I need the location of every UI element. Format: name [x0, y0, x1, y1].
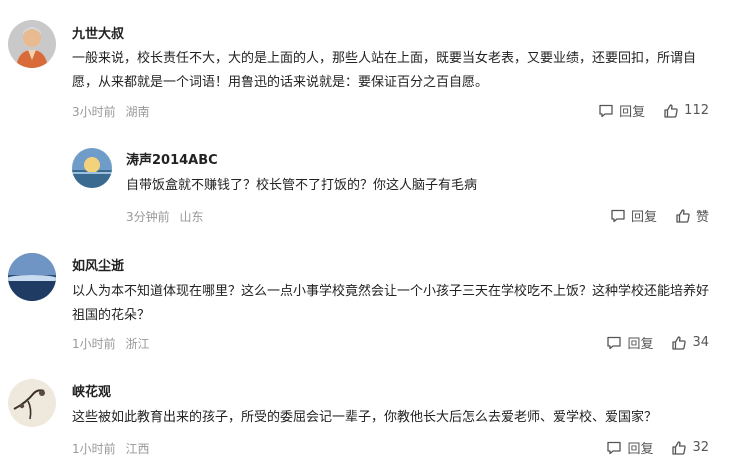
username[interactable]: 峡花观: [72, 381, 111, 400]
comment-actions: 回复 赞: [610, 206, 709, 225]
username[interactable]: 涛声2014ABC: [126, 149, 218, 168]
comment-actions: 回复 112: [598, 101, 709, 120]
like-count: 32: [692, 440, 709, 455]
comment-meta: 1小时前 江西: [72, 440, 155, 457]
like-count: 34: [692, 335, 709, 350]
comment-time: 1小时前: [72, 442, 116, 456]
comment-time: 3小时前: [72, 105, 116, 119]
reply-button[interactable]: 回复: [598, 101, 645, 120]
username[interactable]: 九世大叔: [72, 23, 124, 42]
comment-text: 这些被如此教育出来的孩子，所受的委屈会记一辈子，你教他长大后怎么去爱老师、爱学校…: [72, 410, 658, 425]
comment-time: 3分钟前: [126, 210, 170, 224]
reply-label: 回复: [627, 337, 654, 352]
avatar[interactable]: [8, 20, 56, 68]
thumbs-up-icon: [672, 440, 687, 455]
like-button[interactable]: 34: [671, 335, 709, 351]
thumbs-up-icon: [672, 335, 687, 350]
like-count: 赞: [695, 210, 709, 225]
comment-actions: 回复 32: [606, 438, 709, 457]
comment-location: 江西: [125, 442, 150, 456]
comment-text: 以人为本不知道体现在哪里？这么一点小事学校竟然会让一个小孩子三天在学校吃不上饭？…: [72, 284, 710, 323]
reply-button[interactable]: 回复: [610, 206, 657, 225]
comment-location: 山东: [179, 210, 204, 224]
comment-text: 一般来说，校长责任不大，大的是上面的人，那些人站在上面，既要当女老表，又要业绩，…: [72, 51, 697, 90]
reply-item: 涛声2014ABC 自带饭盒就不赚钱了？校长管不了打饭的？你这人脑子有毛病 3分…: [0, 130, 731, 240]
thumbs-up-icon: [676, 208, 690, 223]
reply-icon: [607, 336, 622, 349]
reply-label: 回复: [627, 442, 654, 457]
like-count: 112: [684, 103, 709, 118]
comment-meta: 3小时前 湖南: [72, 103, 155, 120]
comment-actions: 回复 34: [606, 333, 709, 352]
comment-location: 湖南: [125, 105, 150, 119]
reply-label: 回复: [619, 105, 646, 120]
avatar[interactable]: [8, 253, 56, 301]
like-button[interactable]: 112: [663, 103, 709, 119]
comment-text: 自带饭盒就不赚钱了？校长管不了打饭的？你这人脑子有毛病: [126, 178, 478, 193]
comment-item: 九世大叔 一般来说，校长责任不大，大的是上面的人，那些人站在上面，既要当女老表，…: [0, 0, 731, 130]
reply-button[interactable]: 回复: [606, 438, 653, 457]
like-button[interactable]: 32: [671, 440, 709, 456]
username[interactable]: 如风尘逝: [72, 255, 124, 274]
comment-meta: 1小时前 浙江: [72, 335, 155, 352]
comment-time: 1小时前: [72, 337, 116, 351]
reply-icon: [611, 209, 625, 222]
avatar[interactable]: [8, 379, 56, 427]
reply-label: 回复: [630, 210, 657, 225]
comment-item: 如风尘逝 以人为本不知道体现在哪里？这么一点小事学校竟然会让一个小孩子三天在学校…: [0, 240, 731, 365]
comment-item: 峡花观 这些被如此教育出来的孩子，所受的委屈会记一辈子，你教他长大后怎么去爱老师…: [0, 365, 731, 474]
thumbs-up-icon: [664, 103, 678, 118]
reply-button[interactable]: 回复: [606, 333, 653, 352]
avatar[interactable]: [72, 148, 112, 188]
comment-location: 浙江: [125, 337, 150, 351]
comment-meta: 3分钟前 山东: [126, 208, 209, 225]
like-button[interactable]: 赞: [675, 206, 709, 225]
reply-icon: [607, 441, 622, 454]
reply-icon: [599, 104, 613, 117]
